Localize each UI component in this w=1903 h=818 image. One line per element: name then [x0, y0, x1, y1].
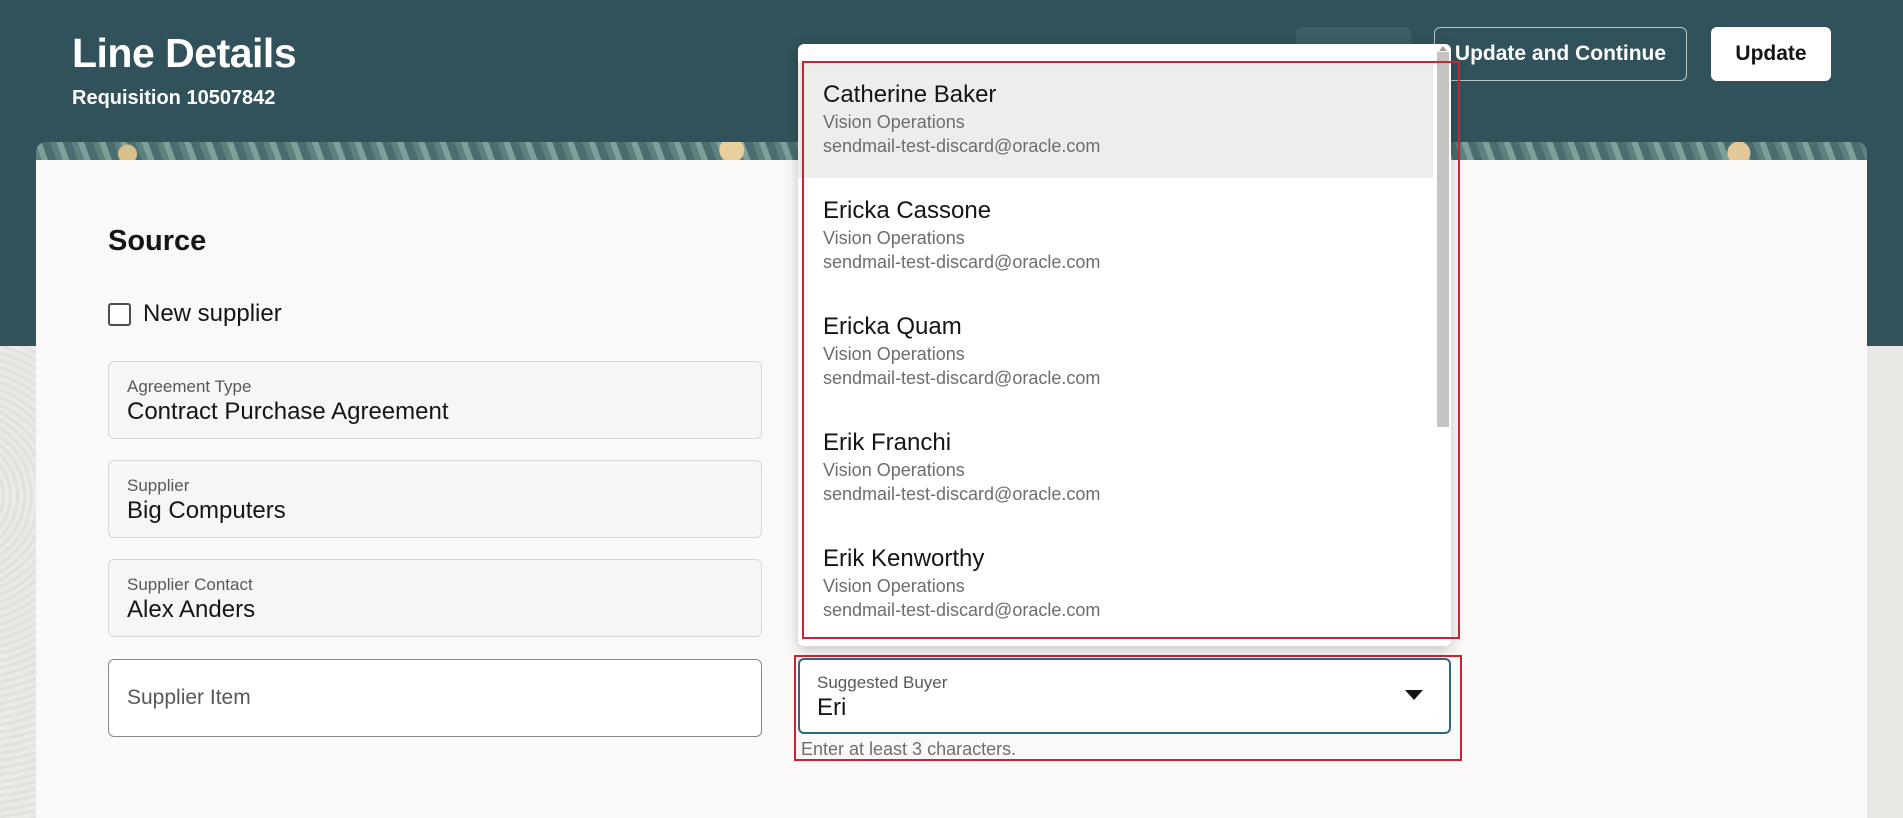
- supplier-item-placeholder: Supplier Item: [127, 686, 251, 709]
- supplier-contact-label: Supplier Contact: [127, 575, 253, 594]
- supplier-contact-value: Alex Anders: [127, 596, 256, 623]
- option-organization: Vision Operations: [823, 344, 965, 364]
- option-name: Erik Kenworthy: [823, 545, 985, 572]
- new-supplier-checkbox-row[interactable]: New supplier: [108, 299, 282, 329]
- new-supplier-checkbox[interactable]: [108, 302, 131, 326]
- dropdown-option[interactable]: Erik Kenworthy Vision Operations sendmai…: [798, 526, 1433, 642]
- agreement-type-label: Agreement Type: [127, 377, 252, 396]
- supplier-contact-field[interactable]: Supplier Contact Alex Anders: [108, 559, 762, 637]
- scroll-up-icon[interactable]: [1439, 46, 1447, 51]
- option-email: sendmail-test-discard@oracle.com: [823, 136, 1101, 156]
- suggested-buyer-label: Suggested Buyer: [817, 673, 948, 692]
- option-email: sendmail-test-discard@oracle.com: [823, 600, 1101, 620]
- dropdown-scrollbar[interactable]: [1437, 44, 1451, 646]
- option-organization: Vision Operations: [823, 460, 965, 480]
- option-email: sendmail-test-discard@oracle.com: [823, 252, 1101, 272]
- agreement-type-value: Contract Purchase Agreement: [127, 398, 449, 425]
- section-title: Source: [108, 225, 207, 257]
- background-decoration-right: [1867, 346, 1903, 818]
- option-organization: Vision Operations: [823, 576, 965, 596]
- chevron-down-icon[interactable]: [1405, 690, 1423, 700]
- supplier-item-input[interactable]: Supplier Item: [108, 659, 762, 737]
- suggested-buyer-combobox[interactable]: Suggested Buyer Eri: [798, 658, 1451, 734]
- option-name: Ericka Cassone: [823, 197, 992, 224]
- background-decoration: [0, 346, 36, 818]
- option-name: Erik Franchi: [823, 429, 952, 456]
- agreement-type-field[interactable]: Agreement Type Contract Purchase Agreeme…: [108, 361, 762, 439]
- option-name: Catherine Baker: [823, 81, 997, 108]
- suggested-buyer-dropdown[interactable]: Catherine Baker Vision Operations sendma…: [798, 44, 1451, 646]
- dropdown-option[interactable]: Ericka Cassone Vision Operations sendmai…: [798, 178, 1433, 294]
- scrollbar-thumb[interactable]: [1437, 52, 1449, 427]
- page-title: Line Details: [72, 30, 297, 76]
- option-organization: Vision Operations: [823, 112, 965, 132]
- dropdown-option[interactable]: Erik Franchi Vision Operations sendmail-…: [798, 410, 1433, 526]
- new-supplier-label: New supplier: [143, 300, 282, 327]
- dropdown-option[interactable]: Catherine Baker Vision Operations sendma…: [798, 62, 1433, 178]
- supplier-field[interactable]: Supplier Big Computers: [108, 460, 762, 538]
- page-subtitle: Requisition 10507842: [72, 87, 276, 109]
- update-and-continue-button[interactable]: Update and Continue: [1434, 27, 1687, 81]
- dropdown-option[interactable]: Ericka Quam Vision Operations sendmail-t…: [798, 294, 1433, 410]
- suggested-buyer-helper-text: Enter at least 3 characters.: [801, 739, 1017, 759]
- suggested-buyer-input[interactable]: Eri: [817, 693, 1449, 723]
- option-organization: Vision Operations: [823, 228, 965, 248]
- option-name: Ericka Quam: [823, 313, 962, 340]
- supplier-value: Big Computers: [127, 497, 286, 524]
- option-email: sendmail-test-discard@oracle.com: [823, 368, 1101, 388]
- option-email: sendmail-test-discard@oracle.com: [823, 484, 1101, 504]
- update-button[interactable]: Update: [1711, 27, 1831, 81]
- supplier-label: Supplier: [127, 476, 190, 495]
